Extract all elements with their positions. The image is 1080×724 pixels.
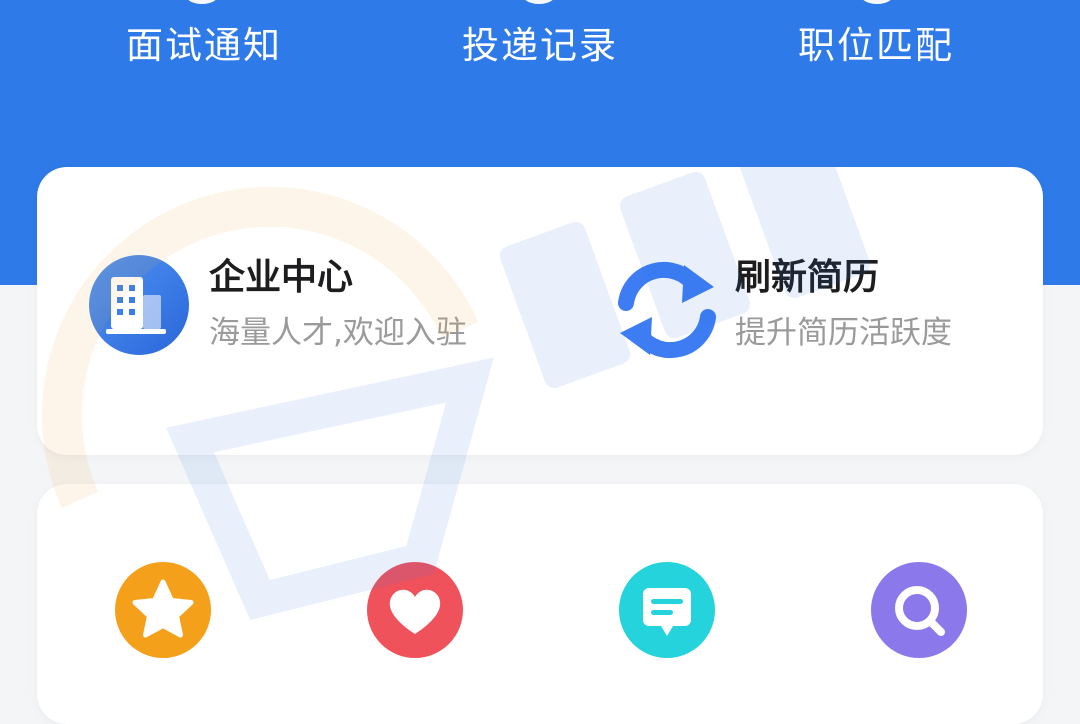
messages-button[interactable]	[619, 562, 715, 658]
tab-interview-notice[interactable]: 面试通知	[94, 20, 314, 72]
favorites-button[interactable]	[115, 562, 211, 658]
refresh-icon	[612, 255, 722, 369]
nav-indicator-dot	[860, 0, 894, 4]
follow-button[interactable]	[367, 562, 463, 658]
enterprise-center-title: 企业中心	[209, 257, 354, 298]
nav-indicator-dot	[185, 0, 219, 4]
refresh-resume-subtitle: 提升简历活跃度	[735, 315, 952, 351]
tab-application-record[interactable]: 投递记录	[430, 20, 650, 72]
nav-indicator-dot	[522, 0, 556, 4]
building-icon	[89, 255, 189, 359]
quick-actions-card	[37, 484, 1043, 724]
enterprise-center-subtitle: 海量人才,欢迎入驻	[209, 315, 467, 351]
search-button[interactable]	[871, 562, 967, 658]
tab-job-match[interactable]: 职位匹配	[766, 20, 986, 72]
enterprise-center-item[interactable]: 企业中心 海量人才,欢迎入驻	[89, 255, 509, 365]
feature-card: 企业中心 海量人才,欢迎入驻 刷新简历 提升简历活跃度	[37, 167, 1043, 455]
refresh-resume-item[interactable]: 刷新简历 提升简历活跃度	[612, 255, 1012, 365]
refresh-resume-title: 刷新简历	[735, 257, 880, 298]
